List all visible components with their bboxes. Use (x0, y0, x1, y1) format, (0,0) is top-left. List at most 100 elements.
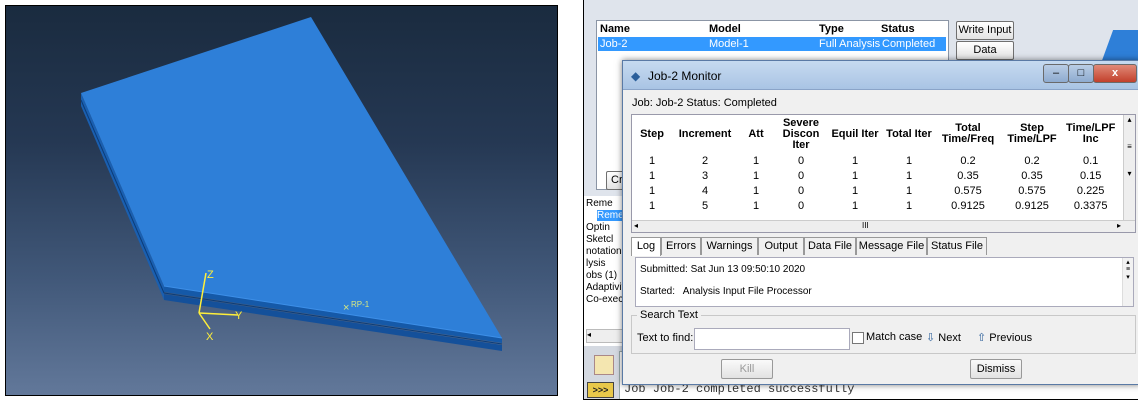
minimize-icon[interactable]: – (1043, 64, 1069, 83)
tree-item-jobs[interactable]: obs (1) (586, 270, 617, 281)
job-row[interactable]: Job-2 Model-1 Full Analysis Completed (598, 37, 946, 51)
increment-table: Step Increment Att Severe Discon Iter Eq… (632, 115, 1117, 213)
increment-cell: 3 (701, 169, 709, 182)
job-name: Job-2 (600, 38, 628, 50)
increment-row[interactable]: 1 2 1 0 1 1 0.2 0.2 0.1 (632, 153, 1117, 168)
model-viewport[interactable]: Z Y X × RP-1 (5, 5, 558, 396)
increment-cell: 0 (797, 154, 805, 167)
abaqus-logo-icon: ◆ (631, 69, 641, 83)
log-line-submitted: Submitted: Sat Jun 13 09:50:10 2020 (640, 264, 806, 275)
job-type: Full Analysis (819, 38, 881, 50)
increment-cell: 1 (752, 154, 760, 167)
tab-errors[interactable]: Errors (661, 237, 701, 255)
monitor-title: Job-2 Monitor (648, 69, 722, 83)
increment-cell: 0.1 (1083, 154, 1099, 167)
kill-button[interactable]: Kill (721, 359, 773, 379)
col-equil-iter: Equil Iter (831, 127, 879, 140)
increment-row[interactable]: 1 4 1 0 1 1 0.575 0.575 0.225 (632, 183, 1117, 198)
refpoint-marker: × (343, 302, 349, 314)
increment-cell: 0 (797, 169, 805, 182)
increment-cell: 0.9125 (951, 199, 985, 212)
job-monitor-window: ◆ Job-2 Monitor – □ x Job: Job-2 Status:… (622, 60, 1138, 385)
maximize-icon[interactable]: □ (1068, 64, 1094, 83)
increment-cell: 0.575 (1018, 184, 1046, 197)
find-input[interactable] (694, 328, 850, 350)
message-icon[interactable] (594, 355, 614, 375)
job-col-name: Name (600, 23, 630, 35)
col-severe-discon-iter: Severe Discon Iter (782, 116, 820, 151)
tree-item-annotations[interactable]: notations (586, 246, 627, 257)
tab-status-file[interactable]: Status File (927, 237, 987, 255)
job-status: Completed (882, 38, 936, 50)
tree-item-adaptivity[interactable]: Adaptivit (586, 282, 624, 293)
increment-cell: 1 (905, 169, 913, 182)
find-label: Text to find: (637, 332, 694, 344)
increment-cell: 5 (701, 199, 709, 212)
monitor-status-line: Job: Job-2 Status: Completed (632, 97, 777, 109)
increment-cell: 1 (648, 154, 656, 167)
tree-item-analysis[interactable]: lysis (586, 258, 605, 269)
axis-z-label: Z (207, 269, 214, 281)
increment-cell: 1 (851, 154, 859, 167)
model-canvas: Z Y X × RP-1 (80, 17, 503, 351)
grid-vertical-scrollbar[interactable]: ▴ ≡ ▾ (1123, 115, 1135, 232)
grid-horizontal-scrollbar[interactable]: ◂ III ▸ (632, 220, 1135, 232)
increment-cell: 1 (648, 169, 656, 182)
increment-cell: 0.575 (954, 184, 982, 197)
axis-x-label: X (206, 331, 214, 343)
axis-y-label: Y (235, 310, 243, 322)
dismiss-button[interactable]: Dismiss (970, 359, 1022, 379)
increment-cell: 0.3375 (1073, 199, 1108, 212)
increment-cell: 4 (701, 184, 709, 197)
increment-cell: 1 (851, 184, 859, 197)
close-icon[interactable]: x (1093, 64, 1137, 83)
write-input-button[interactable]: Write Input (956, 21, 1014, 40)
monitor-titlebar[interactable]: ◆ Job-2 Monitor – □ x (623, 61, 1138, 90)
increment-cell: 1 (752, 199, 760, 212)
plate-top (81, 17, 502, 338)
increment-cell: 0.15 (1079, 169, 1102, 182)
log-text-area[interactable]: Submitted: Sat Jun 13 09:50:10 2020 Star… (635, 257, 1134, 307)
axis-y-line (198, 312, 239, 316)
tab-data-file[interactable]: Data File (804, 237, 856, 255)
job-col-type: Type (819, 23, 844, 35)
command-prompt-icon[interactable]: >>> (587, 382, 614, 398)
increment-cell: 0.2 (1024, 154, 1040, 167)
increment-row[interactable]: 1 3 1 0 1 1 0.35 0.35 0.15 (632, 168, 1117, 183)
increment-cell: 0 (797, 184, 805, 197)
arrow-up-icon: ⇧ (977, 332, 987, 344)
increment-cell: 1 (905, 184, 913, 197)
increment-cell: 1 (851, 169, 859, 182)
col-att: Att (748, 127, 764, 140)
increment-cell: 0.2 (960, 154, 976, 167)
next-button[interactable]: ⇩ Next (926, 331, 961, 344)
previous-button[interactable]: ⇧ Previous (977, 331, 1032, 344)
data-check-button[interactable]: Data Check (956, 41, 1014, 73)
tree-item-remesh-1[interactable]: Reme (586, 198, 613, 209)
tab-message-file[interactable]: Message File (856, 237, 927, 255)
increment-cell: 0.9125 (1015, 199, 1049, 212)
col-increment: Increment (678, 127, 732, 140)
search-group: Search Text Text to find: Match case ⇩ N… (631, 309, 1136, 354)
refpoint-label: RP-1 (351, 300, 370, 309)
tab-output[interactable]: Output (758, 237, 804, 255)
col-total-iter: Total Iter (886, 127, 932, 140)
tree-item-optimization[interactable]: Optin (586, 222, 610, 233)
log-line-started: Started: Analysis Input File Processor (640, 286, 812, 297)
next-label: Next (938, 332, 961, 344)
increment-cell: 1 (851, 199, 859, 212)
tab-warnings[interactable]: Warnings (701, 237, 758, 255)
increment-cell: 1 (752, 184, 760, 197)
match-case-label: Match case (866, 331, 923, 343)
col-time-inc: Time/LPF Inc (1066, 122, 1116, 145)
hscroll-grip: III (862, 221, 869, 230)
increment-cell: 1 (648, 184, 656, 197)
log-scrollbar[interactable]: ▴ ≡ ▾ (1122, 258, 1133, 306)
increment-grid[interactable]: Step Increment Att Severe Discon Iter Eq… (631, 114, 1136, 233)
tab-log[interactable]: Log (631, 237, 661, 256)
tree-item-sketches[interactable]: Sketcl (586, 234, 613, 245)
increment-row[interactable]: 1 5 1 0 1 1 0.9125 0.9125 0.3375 (632, 198, 1117, 213)
col-total-time: Total Time/Freq (941, 122, 995, 145)
increment-cell: 1 (648, 199, 656, 212)
match-case-checkbox[interactable] (852, 332, 864, 344)
